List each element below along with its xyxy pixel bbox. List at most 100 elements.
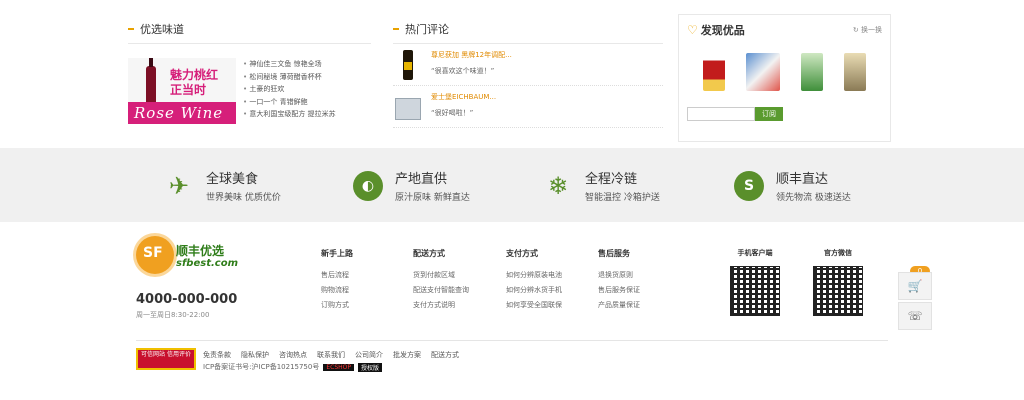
review-product-name[interactable]: 尊尼获加 黑牌12年调配...	[431, 50, 512, 60]
refresh-link[interactable]: ↻ 换一换	[853, 25, 882, 35]
wine-bottle-image	[146, 58, 156, 106]
feature-title: 全程冷链	[585, 172, 638, 187]
footer-bottom-links: 免责条款 隐私保护 咨询热点 联系我们 公司简介 批发方案 配送方式	[203, 350, 459, 360]
logo-mark: SF	[143, 245, 163, 261]
feature-sf-express: S 顺丰直达领先物流 极速送达	[734, 168, 851, 203]
bottom-link[interactable]: 配送方式	[431, 350, 459, 360]
footer-column-title: 支付方式	[506, 249, 538, 258]
preferred-item[interactable]: 意大利国宝级配方 提拉米苏	[243, 108, 335, 121]
reviews-title: 热门评论	[405, 22, 449, 36]
footer-link[interactable]: 订购方式	[321, 298, 353, 313]
bottom-link[interactable]: 联系我们	[317, 350, 345, 360]
bottom-link[interactable]: 免责条款	[203, 350, 231, 360]
feature-subtitle: 原汁原味 新鲜直达	[395, 193, 470, 203]
whisky-thumbnail[interactable]	[393, 50, 421, 80]
footer-link[interactable]: 如何分辨原装电池	[506, 268, 562, 283]
icp-text: ICP备案证书号:沪ICP备10215750号	[203, 363, 320, 371]
service-button[interactable]: ☏	[898, 302, 932, 330]
logo-url: sfbest.com	[176, 258, 238, 269]
promo-line-1: 魅力桃红	[170, 68, 219, 82]
heart-icon: ♡	[687, 23, 698, 37]
footer-column: 售后服务 退换货原则 售后服务保证 产品质量保证	[598, 248, 640, 313]
review-quote: “很喜欢这个味道！”	[431, 67, 495, 75]
preferred-list: 神仙佳三文鱼 惊艳全场 松间秘境 薄荷醋香杯杯 土豪的狂欢 一口一个 青错鲜鲍 …	[243, 58, 336, 121]
footer-column-title: 售后服务	[598, 249, 630, 258]
footer-link[interactable]: 售后流程	[321, 268, 353, 283]
page: 优选味道 魅力桃红 正当时 Rose Wine 神仙佳三文鱼 惊艳全场 松间秘境…	[0, 0, 1024, 400]
beer-thumbnail[interactable]	[393, 92, 421, 122]
globe-icon: ◐	[353, 170, 383, 201]
service-hours: 周一至周日8:30-22:00	[136, 311, 210, 319]
footer-column: 支付方式 如何分辨原装电池 如何分辨水货手机 如何享受全国联保	[506, 248, 562, 313]
review-product-name[interactable]: 爱士堡EICHBAUM...	[431, 92, 496, 102]
snowflake-icon: ❄	[547, 171, 569, 200]
footer-link[interactable]: 产品质量保证	[598, 298, 640, 313]
preferred-item[interactable]: 土豪的狂欢	[243, 83, 336, 96]
bottom-link[interactable]: 咨询热点	[279, 350, 307, 360]
whisky-bottle-image	[403, 50, 413, 80]
bottom-link[interactable]: 批发方案	[393, 350, 421, 360]
product-thumb[interactable]	[844, 53, 866, 91]
preferred-item[interactable]: 松间秘境 薄荷醋香杯杯	[243, 71, 336, 84]
review-item[interactable]: 尊尼获加 黑牌12年调配... “很喜欢这个味道！”	[393, 50, 663, 86]
trust-badge[interactable]: 可信网站 信用评价	[136, 348, 196, 370]
subscribe-button[interactable]: 订阅	[755, 107, 783, 121]
discover-title-text: 发现优品	[700, 24, 745, 37]
license-tag: 授权版	[358, 362, 383, 372]
feature-origin-direct: ◐ 产地直供原汁原味 新鲜直达	[353, 168, 470, 203]
footer-link[interactable]: 货到付款区域	[413, 268, 469, 283]
preferred-item[interactable]: 一口一个 青错鲜鲍	[243, 96, 336, 109]
preferred-item[interactable]: 神仙佳三文鱼 惊艳全场	[243, 58, 336, 71]
refresh-label: 换一换	[861, 26, 882, 34]
footer-link[interactable]: 售后服务保证	[598, 283, 640, 298]
promo-line-2: 正当时	[170, 83, 207, 97]
service-phone: 4000-000-000	[136, 292, 238, 307]
cart-icon: 🛒	[907, 279, 923, 293]
bottom-link[interactable]: 公司简介	[355, 350, 383, 360]
promo-text: 魅力桃红 正当时	[170, 68, 218, 98]
feature-global-food: ✈ 全球美食 世界美味 优质优价	[164, 168, 281, 204]
title-bar-marker	[128, 27, 134, 30]
site-logo[interactable]: SF 顺丰优选 sfbest.com	[136, 236, 238, 282]
feature-title: 产地直供	[395, 172, 448, 187]
footer-link[interactable]: 退换货原则	[598, 268, 640, 283]
feature-subtitle: 领先物流 极速送达	[776, 193, 851, 203]
beer-pack-image	[395, 98, 421, 120]
discover-title: ♡ 发现优品	[687, 22, 745, 38]
product-thumb[interactable]	[801, 53, 823, 91]
qr-title: 手机客户端	[737, 249, 773, 257]
plane-icon: ✈	[168, 171, 190, 200]
rose-wine-banner[interactable]: 魅力桃红 正当时 Rose Wine	[128, 58, 236, 124]
subscribe-row: 订阅	[687, 107, 882, 121]
wechat-qr-code	[813, 266, 863, 316]
reviews-panel: 热门评论 尊尼获加 黑牌12年调配... “很喜欢这个味道！” 爱士堡EICHB…	[393, 14, 663, 142]
preferred-panel: 优选味道 魅力桃红 正当时 Rose Wine 神仙佳三文鱼 惊艳全场 松间秘境…	[128, 14, 371, 142]
sf-icon: S	[734, 170, 764, 201]
feature-cold-chain: ❄ 全程冷链智能温控 冷箱护送	[543, 168, 660, 204]
bottom-link[interactable]: 隐私保护	[241, 350, 269, 360]
reviews-header: 热门评论	[393, 14, 663, 44]
headset-icon: ☏	[907, 309, 923, 323]
feature-subtitle: 智能温控 冷箱护送	[585, 193, 660, 203]
product-thumbnails	[687, 53, 882, 91]
wechat-qr-block: 官方微信	[813, 248, 863, 316]
promo-script: Rose Wine	[134, 104, 224, 122]
product-thumb[interactable]	[746, 53, 780, 91]
subscribe-input[interactable]	[687, 107, 755, 121]
footer-link[interactable]: 如何分辨水货手机	[506, 283, 562, 298]
ecshop-tag: ECSHOP	[323, 363, 354, 371]
product-thumb[interactable]	[703, 53, 725, 91]
cart-button[interactable]: 🛒	[898, 272, 932, 300]
review-item[interactable]: 爱士堡EICHBAUM... “很好喝啦！”	[393, 92, 663, 128]
icp-info: ICP备案证书号:沪ICP备10215750号 ECSHOP 授权版	[203, 362, 383, 372]
footer-link[interactable]: 购物流程	[321, 283, 353, 298]
footer-divider	[136, 340, 888, 341]
logo-sun-icon: SF	[136, 236, 174, 274]
footer-link[interactable]: 配送支付智能查询	[413, 283, 469, 298]
qr-title: 官方微信	[824, 249, 852, 257]
footer-link[interactable]: 支付方式说明	[413, 298, 469, 313]
feature-title: 顺丰直达	[776, 172, 829, 187]
footer-column-title: 新手上路	[321, 249, 353, 258]
feature-title: 全球美食	[206, 172, 259, 187]
footer-link[interactable]: 如何享受全国联保	[506, 298, 562, 313]
